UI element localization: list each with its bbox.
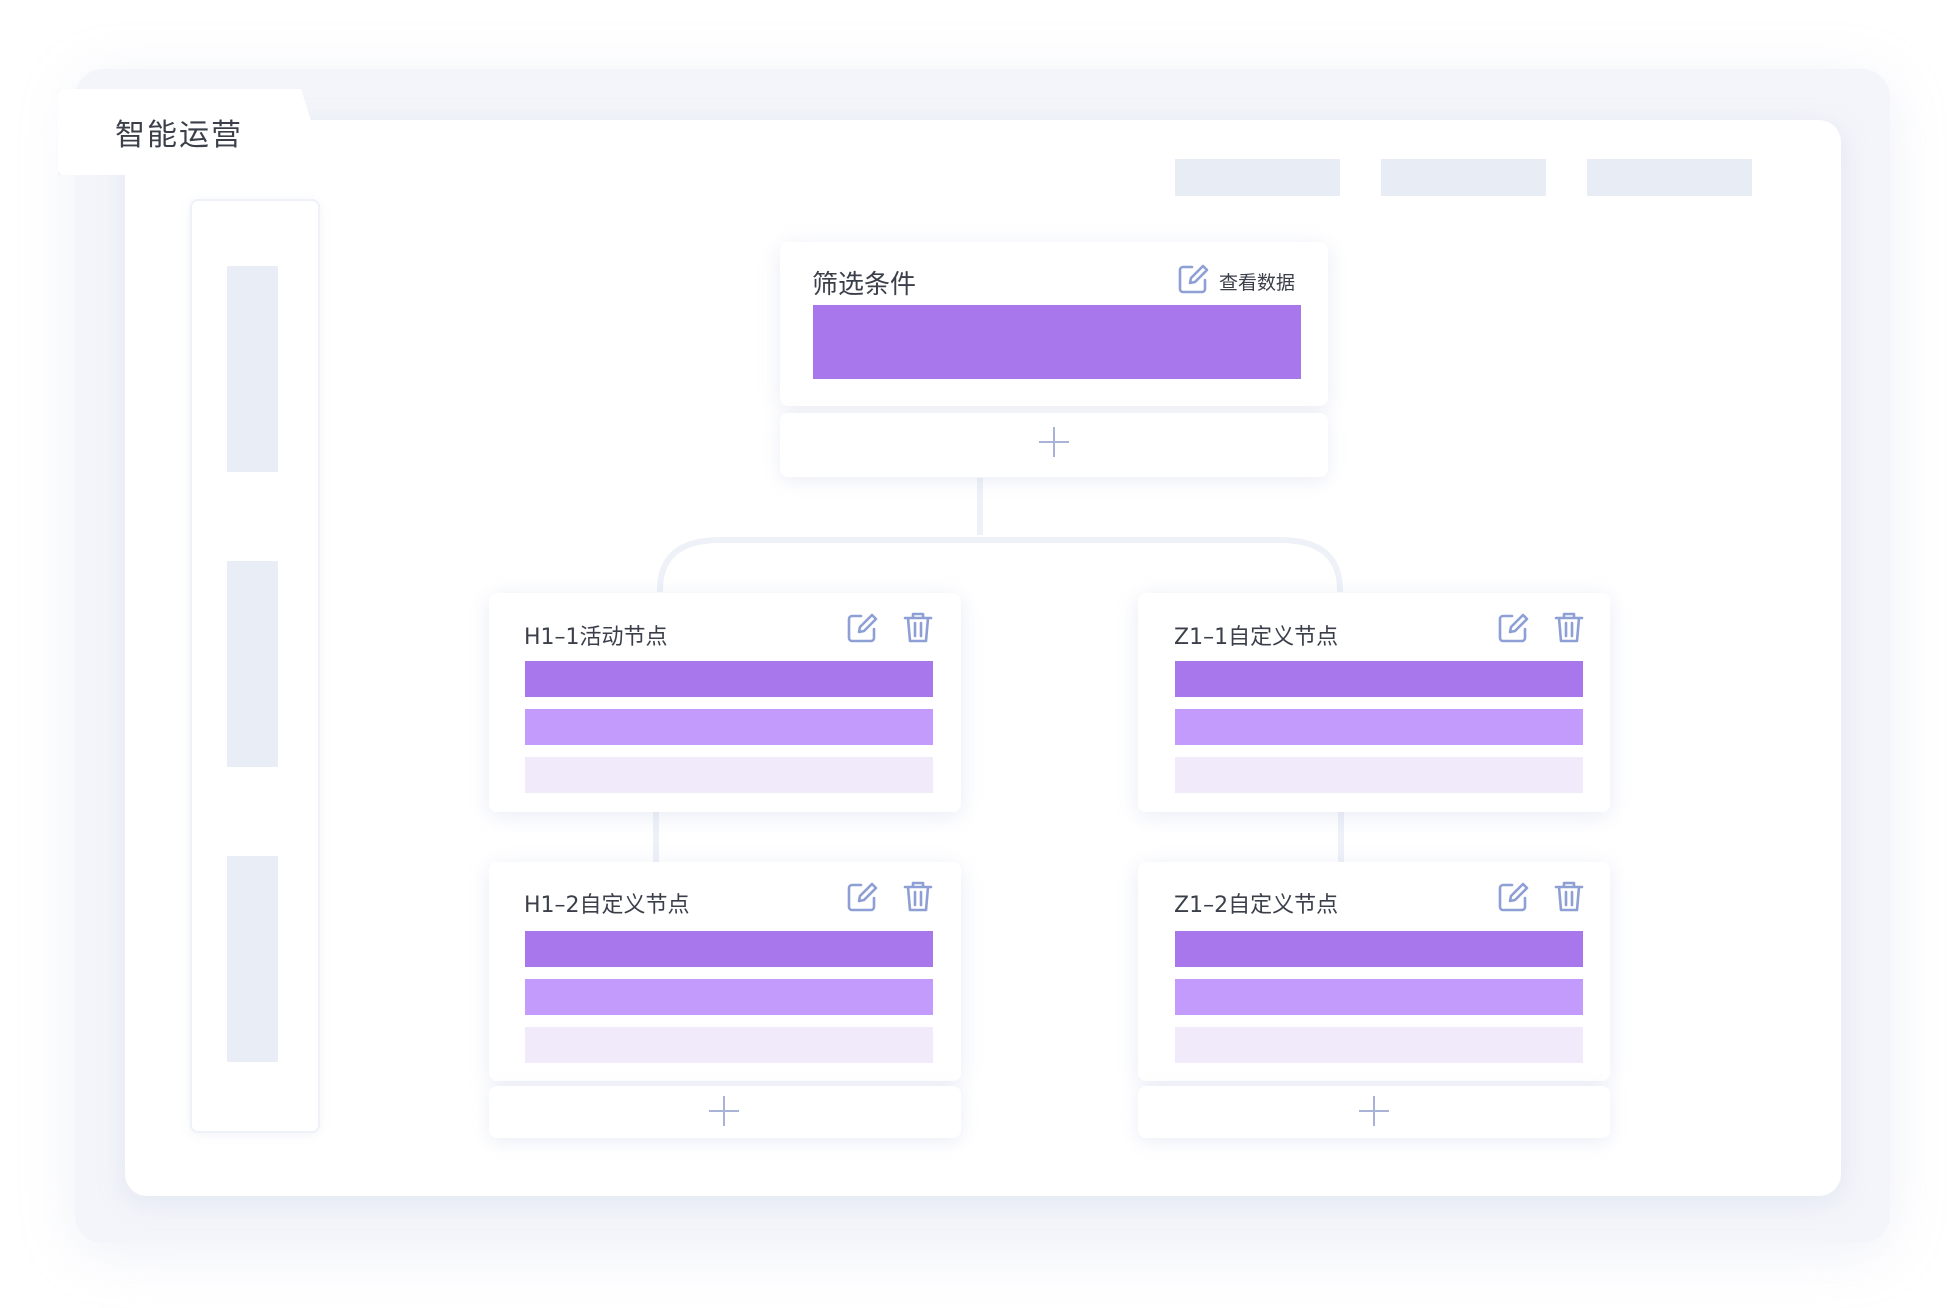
node-bar-primary xyxy=(525,931,933,967)
node-bar-primary xyxy=(525,661,933,697)
trash-icon[interactable] xyxy=(901,879,935,913)
trash-icon[interactable] xyxy=(1552,879,1586,913)
toolbar-button-placeholder[interactable] xyxy=(1381,159,1546,196)
node-bar-secondary xyxy=(525,979,933,1015)
plus-icon[interactable] xyxy=(709,1096,739,1126)
node-bar-tertiary xyxy=(525,757,933,793)
edit-icon[interactable] xyxy=(845,611,879,645)
toolbar-button-placeholder[interactable] xyxy=(1175,159,1340,196)
root-node-title: 筛选条件 xyxy=(812,270,917,300)
node-bar-tertiary xyxy=(1175,1027,1583,1063)
node-bar-primary xyxy=(1175,931,1583,967)
node-bar-secondary xyxy=(1175,709,1583,745)
node-bar-tertiary xyxy=(1175,757,1583,793)
edit-icon[interactable] xyxy=(1496,880,1530,914)
node-title: Z1–1自定义节点 xyxy=(1174,625,1339,650)
sidebar-item-placeholder[interactable] xyxy=(227,266,278,472)
toolbar-button-placeholder[interactable] xyxy=(1587,159,1752,196)
edit-icon[interactable] xyxy=(1176,262,1210,296)
sidebar-item-placeholder[interactable] xyxy=(227,561,278,767)
sidebar-item-placeholder[interactable] xyxy=(227,856,278,1062)
node-bar-tertiary xyxy=(525,1027,933,1063)
plus-icon[interactable] xyxy=(1359,1096,1389,1126)
node-bar-secondary xyxy=(525,709,933,745)
view-data-link[interactable]: 查看数据 xyxy=(1219,268,1295,295)
trash-icon[interactable] xyxy=(901,610,935,644)
trash-icon[interactable] xyxy=(1552,610,1586,644)
edit-icon[interactable] xyxy=(1496,611,1530,645)
edit-icon[interactable] xyxy=(845,880,879,914)
node-title: H1–2自定义节点 xyxy=(524,893,690,918)
plus-icon[interactable] xyxy=(1039,427,1069,457)
node-title: Z1–2自定义节点 xyxy=(1174,893,1339,918)
stage: 智能运营 筛选条件 查看数据 H1–1活动节点 Z1–1自定义节点 H1–2自定… xyxy=(0,0,1954,1308)
root-node-bar xyxy=(813,305,1301,379)
node-bar-primary xyxy=(1175,661,1583,697)
node-bar-secondary xyxy=(1175,979,1583,1015)
node-title: H1–1活动节点 xyxy=(524,625,668,650)
app-title: 智能运营 xyxy=(115,118,243,153)
